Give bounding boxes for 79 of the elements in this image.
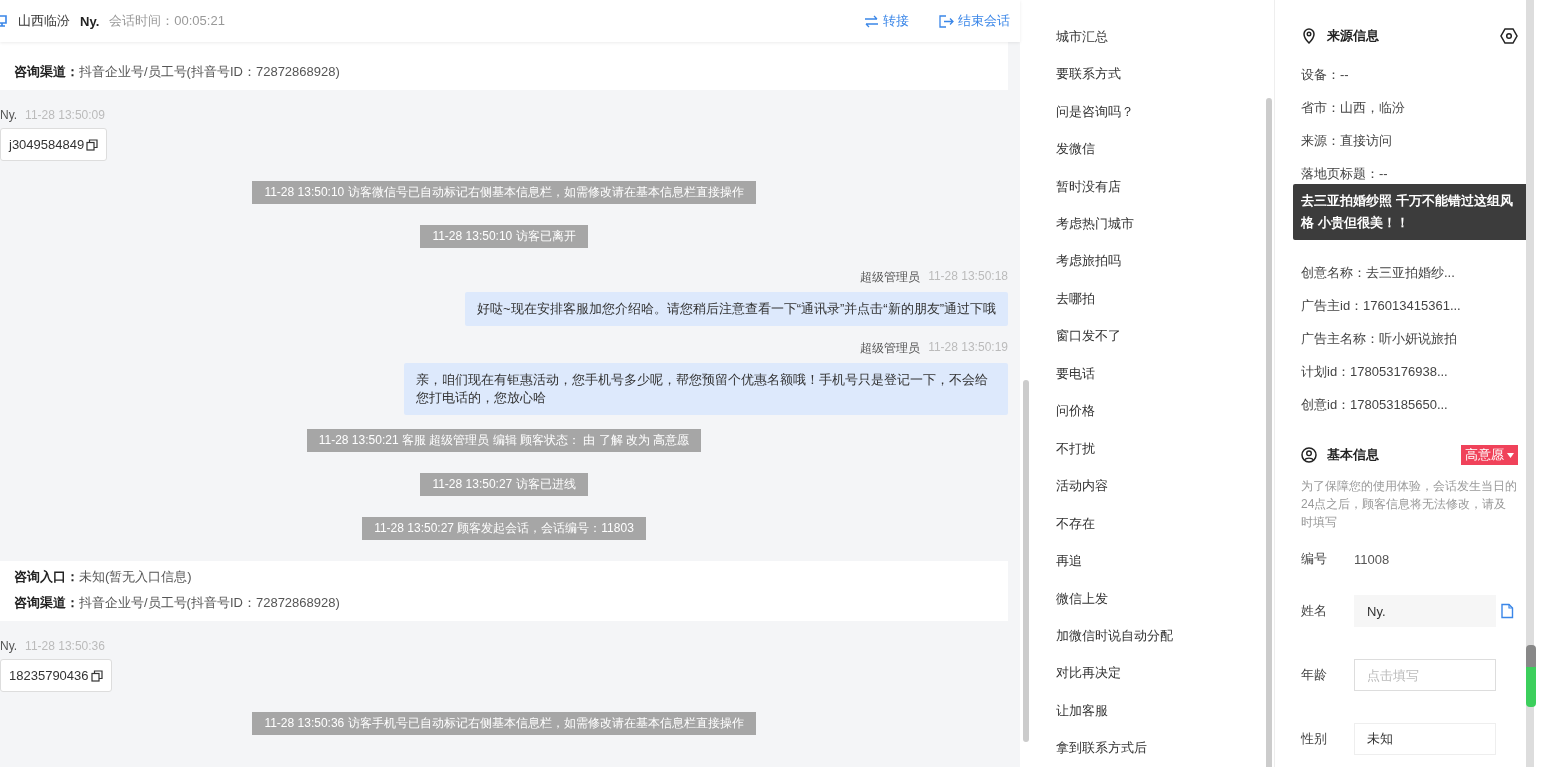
message-bubble: 好哒~现在安排客服加您介绍哈。请您稍后注意查看一下“通讯录”并点击“新的朋友”通过下哦: [465, 292, 1008, 326]
source-row-text: 创意id：178053185650...: [1301, 396, 1449, 414]
quick-reply-item[interactable]: 考虑热门城市: [1056, 205, 1274, 243]
source-row-text: 落地页标题：--: [1301, 165, 1389, 183]
field-label: 编号: [1301, 550, 1328, 568]
user-circle-icon: [1301, 447, 1317, 463]
input-field[interactable]: 点击填写: [1354, 659, 1496, 691]
source-row-text: 广告主名称：听小妍说旅拍: [1301, 330, 1458, 348]
swap-icon: [864, 14, 879, 28]
quick-reply-item[interactable]: 加微信时说自动分配: [1056, 617, 1274, 655]
quick-reply-item[interactable]: 问是咨询吗？: [1056, 92, 1274, 131]
system-notice: 11-28 13:50:10 访客微信号已自动标记右侧基本信息栏，如需修改请在基本信息栏直接操作: [252, 181, 756, 204]
caret-icon: [1507, 452, 1514, 458]
message-time: 11-28 13:50:09: [25, 108, 105, 122]
source-row-text: 来源：直接访问: [1301, 132, 1393, 150]
info-line: 咨询入口：未知(暂无入口信息): [14, 568, 193, 586]
quick-reply-item[interactable]: 让加客服: [1056, 692, 1274, 730]
message-time: 11-28 13:50:19: [928, 340, 1008, 356]
quick-reply-item[interactable]: 去哪拍: [1056, 280, 1274, 318]
sender-name: 超级管理员: [860, 269, 921, 286]
source-row-text: 设备：--: [1301, 66, 1350, 84]
quick-reply-item[interactable]: 窗口发不了: [1056, 317, 1274, 356]
scrollbar[interactable]: [1266, 98, 1272, 767]
message-text: j3049584849: [9, 137, 85, 152]
status-dropdown[interactable]: 高意愿: [1461, 445, 1518, 465]
quick-reply-item[interactable]: 对比再决定: [1056, 654, 1274, 693]
field-label: 年龄: [1301, 666, 1328, 684]
system-notice: 11-28 13:50:36 访客手机号已自动标记右侧基本信息栏，如需修改请在基本信息栏直接操作: [252, 712, 756, 735]
section-title: 来源信息: [1327, 27, 1379, 45]
scrollbar[interactable]: [1526, 0, 1534, 767]
copy-icon[interactable]: [86, 138, 99, 151]
quick-reply-item[interactable]: 要电话: [1056, 355, 1274, 393]
field-label: 性别: [1301, 730, 1328, 748]
quick-reply-item[interactable]: 不打扰: [1056, 430, 1274, 468]
scrollbar[interactable]: [1023, 380, 1029, 742]
message-bubble: 亲，咱们现在有钜惠活动，您手机号多少呢，帮您预留个优惠名额哦！手机号只是登记一下，不会给您打电话的，您放心哈: [404, 363, 1008, 415]
location-pin-icon: [1301, 28, 1317, 44]
source-row-text: 省市：山西，临汾: [1301, 99, 1406, 117]
exit-icon: [939, 14, 954, 28]
quick-reply-item[interactable]: 发微信: [1056, 130, 1274, 168]
quick-reply-item[interactable]: 微信上发: [1056, 579, 1274, 618]
visitor-name: Ny.: [80, 13, 100, 29]
quick-reply-item[interactable]: 再追: [1056, 542, 1274, 580]
select-field[interactable]: 未知: [1354, 723, 1496, 755]
notice-text: 为了保障您的使用体验，会话发生当日的24点之后，顾客信息将无法修改，请及时填写: [1301, 478, 1518, 531]
section-title: 基本信息: [1327, 446, 1379, 464]
quick-reply-item[interactable]: 城市汇总: [1056, 18, 1274, 56]
quick-reply-item[interactable]: 活动内容: [1056, 467, 1274, 505]
source-row-text: 广告主id：176013415361...: [1301, 297, 1462, 315]
sender-name: Ny.: [0, 639, 18, 653]
visitor-location: 山西临汾: [18, 12, 70, 30]
quick-reply-item[interactable]: 暂时没有店: [1056, 167, 1274, 206]
session-time: 会话时间：00:05:21: [109, 12, 225, 30]
message-text: 18235790436: [9, 668, 89, 683]
quick-reply-item[interactable]: 考虑旅拍吗: [1056, 242, 1274, 281]
system-notice: 11-28 13:50:10 访客已离开: [420, 225, 588, 248]
end-button[interactable]: 结束会话: [935, 12, 1014, 30]
system-notice: 11-28 13:50:27 顾客发起会话，会话编号：11803: [362, 517, 646, 540]
message-time: 11-28 13:50:36: [25, 639, 105, 653]
settings-icon[interactable]: [1500, 27, 1518, 45]
info-line: 咨询渠道：抖音企业号/员工号(抖音号ID：72872868928): [14, 594, 341, 612]
quick-reply-item[interactable]: 要联系方式: [1056, 55, 1274, 93]
input-field[interactable]: Ny.: [1354, 595, 1496, 627]
quick-reply-item[interactable]: 问价格: [1056, 392, 1274, 430]
source-row-text: 创意名称：去三亚拍婚纱...: [1301, 264, 1456, 282]
system-notice: 11-28 13:50:21 客服 超级管理员 编辑 顾客状态： 由 了解 改为 高意愿: [306, 429, 702, 452]
field-value: 11008: [1354, 551, 1390, 567]
scrollbar-thumb[interactable]: [1526, 645, 1536, 707]
copy-icon[interactable]: [90, 669, 103, 682]
quick-reply-item[interactable]: 不存在: [1056, 504, 1274, 543]
info-line: 咨询渠道：抖音企业号/员工号(抖音号ID：72872868928): [14, 63, 341, 81]
message-time: 11-28 13:50:18: [928, 269, 1008, 285]
sender-name: Ny.: [0, 108, 18, 122]
field-label: 姓名: [1301, 602, 1328, 620]
system-notice: 11-28 13:50:27 访客已进线: [420, 473, 588, 496]
source-row-text: 计划id：178053176938...: [1301, 363, 1449, 381]
transfer-button[interactable]: 转接: [860, 12, 913, 30]
sender-name: 超级管理员: [860, 340, 921, 357]
quick-reply-item[interactable]: 拿到联系方式后: [1056, 729, 1274, 767]
